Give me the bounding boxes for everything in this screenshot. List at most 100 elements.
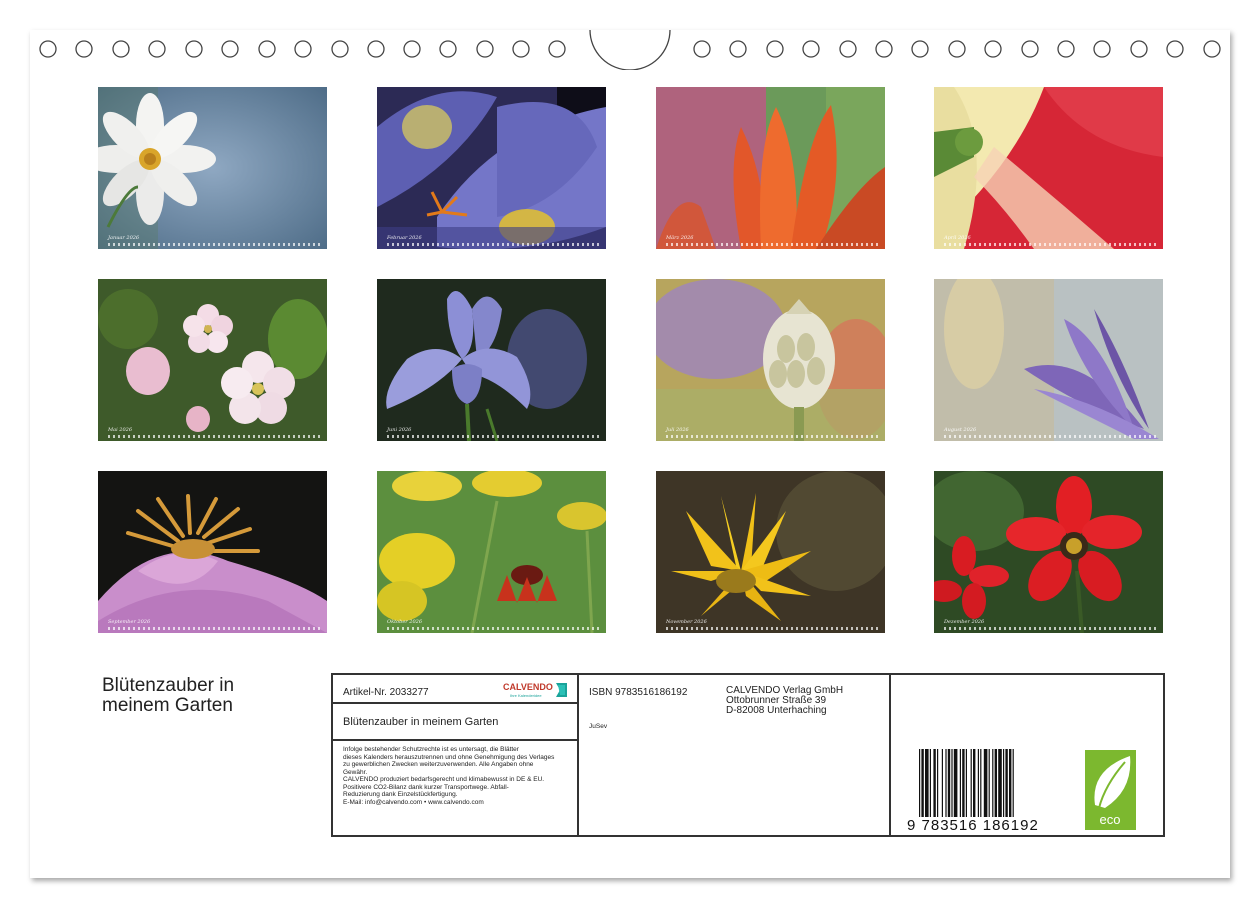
thumb-november: November 2026	[656, 471, 885, 633]
month-caption: Dezember 2026	[944, 619, 985, 625]
eco-label: eco	[1100, 812, 1121, 827]
barcode-bar	[947, 749, 951, 817]
thumb-september: September 2026	[98, 471, 327, 633]
product-title: Blütenzauber in meinem Garten	[343, 716, 499, 728]
binding-hole	[221, 40, 239, 58]
month-caption: November 2026	[666, 619, 707, 625]
thumb-july: Juli 2026	[656, 279, 885, 441]
month-caption: August 2026	[944, 427, 977, 433]
brand-tagline: Ihre Kalenderidee	[510, 693, 542, 698]
binding-hole	[39, 40, 57, 58]
binding-hole	[367, 40, 385, 58]
barcode-bar	[959, 749, 961, 817]
binding-hole	[802, 40, 820, 58]
binding-hole	[112, 40, 130, 58]
day-strip	[108, 243, 321, 246]
title-line-1: Blütenzauber in	[102, 675, 235, 696]
barcode-bar	[998, 749, 1002, 817]
month-caption: Februar 2026	[387, 235, 422, 241]
barcode-bar	[921, 749, 924, 817]
month-caption: Januar 2026	[108, 235, 140, 241]
yellow-sunflower-icon	[656, 471, 885, 633]
divider	[577, 675, 579, 835]
thumb-march: März 2026	[656, 87, 885, 249]
day-strip	[387, 627, 600, 630]
product-info-box: Artikel-Nr. 2033277 CALVENDO Ihre Kalend…	[331, 673, 1165, 837]
day-strip	[387, 243, 600, 246]
binding-hole	[875, 40, 893, 58]
month-caption: Oktober 2026	[387, 619, 423, 625]
barcode-bar	[937, 749, 939, 817]
iris-flower-icon	[377, 279, 606, 441]
month-caption: April 2026	[944, 235, 971, 241]
day-strip	[944, 243, 1157, 246]
binding-hole	[911, 40, 929, 58]
orange-tulip-flower-icon	[656, 87, 885, 249]
binding-hole	[766, 40, 784, 58]
month-caption: Juni 2026	[387, 427, 412, 433]
month-caption: Juli 2026	[666, 427, 689, 433]
divider	[333, 702, 577, 704]
eco-leaf-icon: eco	[1085, 750, 1136, 830]
barcode-bar	[983, 749, 988, 817]
calendar-title: Blütenzauber in meinem Garten	[102, 676, 234, 716]
day-strip	[108, 435, 321, 438]
barcode-bar	[919, 749, 921, 817]
article-number: Artikel-Nr. 2033277	[343, 687, 429, 698]
barcode-bar	[977, 749, 979, 817]
thumb-august: August 2026	[934, 279, 1163, 441]
binding-hole	[693, 40, 711, 58]
binding-hole	[1057, 40, 1075, 58]
barcode-bar	[973, 749, 976, 817]
month-caption: September 2026	[108, 619, 151, 625]
ean-number: 9 783516 186192	[907, 817, 1039, 834]
binding-hole	[148, 40, 166, 58]
thumb-december: Dezember 2026	[934, 471, 1163, 633]
binding-hole	[548, 40, 566, 58]
day-strip	[108, 627, 321, 630]
yarrow-and-helenium-icon	[377, 471, 606, 633]
binding-hole	[1130, 40, 1148, 58]
binding-hole	[512, 40, 530, 58]
thumb-april: April 2026	[934, 87, 1163, 249]
purple-lily-flower-icon	[934, 279, 1163, 441]
binding-hole	[403, 40, 421, 58]
barcode-bar	[962, 749, 965, 817]
binding-holes	[39, 29, 1221, 70]
binding-hole	[948, 40, 966, 58]
barcode-bar	[994, 749, 997, 817]
pink-anemone-flower-icon	[98, 471, 327, 633]
thumb-may: Mai 2026	[98, 279, 327, 441]
binding-hole	[185, 40, 203, 58]
divider	[889, 675, 891, 835]
author: JuSev	[589, 723, 608, 730]
isbn: ISBN 9783516186192	[589, 687, 688, 698]
divider	[333, 739, 577, 741]
day-strip	[666, 243, 879, 246]
barcode-bar	[951, 749, 953, 817]
barcode-bar	[933, 749, 936, 817]
month-caption: Mai 2026	[108, 427, 133, 433]
thumb-october: Oktober 2026	[377, 471, 606, 633]
white-cosmos-flower-icon	[98, 87, 327, 249]
barcode-bar	[1005, 749, 1008, 817]
barcode-bar	[980, 749, 982, 817]
barcode-bar	[1009, 749, 1012, 817]
binding-hole	[839, 40, 857, 58]
binding-hole	[294, 40, 312, 58]
barcode-bar	[1003, 749, 1005, 817]
apple-blossom-icon	[98, 279, 327, 441]
binding-hole	[75, 40, 93, 58]
barcode-bar	[970, 749, 972, 817]
binding-hole	[476, 40, 494, 58]
red-tulip-closeup-icon	[934, 87, 1163, 249]
thumb-january: Januar 2026	[98, 87, 327, 249]
brand-name: CALVENDO	[503, 682, 553, 692]
binding-hole	[984, 40, 1002, 58]
barcode-bar	[925, 749, 929, 817]
calvendo-logo-icon: CALVENDO Ihre Kalenderidee	[503, 682, 567, 698]
thumb-february: Februar 2026	[377, 87, 606, 249]
barcode-bar	[988, 749, 990, 817]
barcode-bar	[945, 749, 947, 817]
binding-hole	[258, 40, 276, 58]
